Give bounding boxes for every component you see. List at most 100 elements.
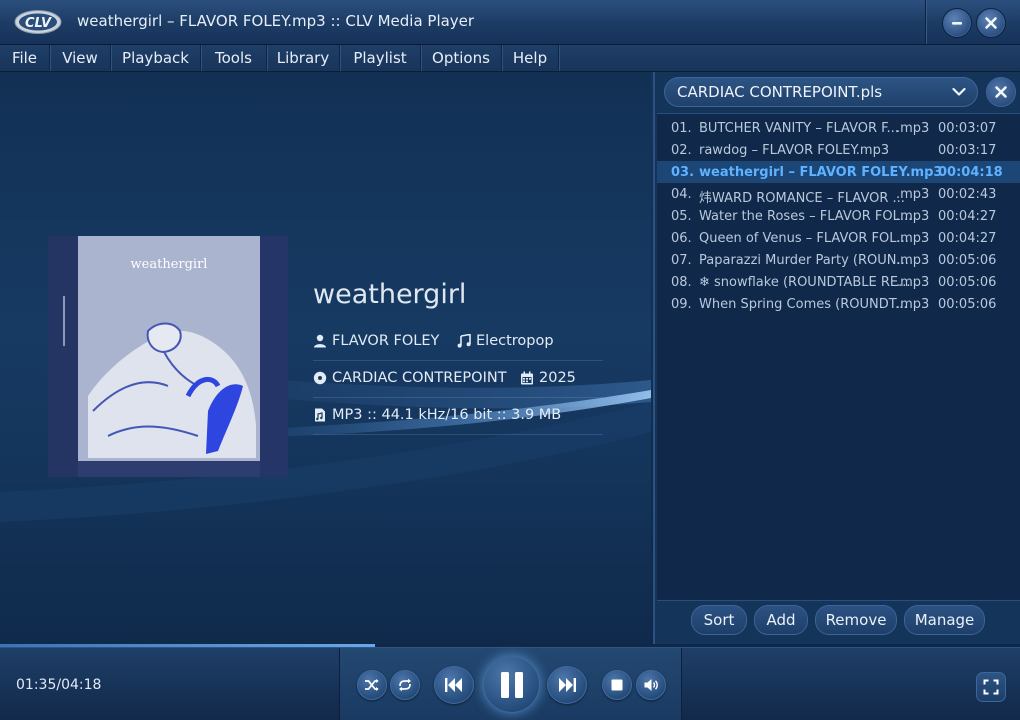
- playlist-dropdown[interactable]: CARDIAC CONTREPOINT.pls: [664, 77, 978, 107]
- clv-logo: CLV: [14, 10, 62, 34]
- minimize-icon: [952, 22, 962, 25]
- previous-button[interactable]: [434, 666, 474, 704]
- pause-icon: [501, 672, 523, 698]
- menu-options[interactable]: Options: [421, 45, 502, 71]
- playlist-item[interactable]: 04. 炜WARD ROMANCE – FLAVOR ... .mp3 00:0…: [657, 183, 1020, 206]
- pause-button[interactable]: [483, 656, 540, 713]
- repeat-button[interactable]: [390, 670, 420, 700]
- add-button[interactable]: Add: [754, 605, 808, 635]
- track-duration: 00:02:43: [938, 187, 997, 202]
- menu-file[interactable]: File: [0, 45, 50, 71]
- time-display: 01:35/04:18: [16, 677, 102, 693]
- menu-view[interactable]: View: [50, 45, 111, 71]
- skip-next-icon: [559, 678, 576, 692]
- menu-playlist[interactable]: Playlist: [340, 45, 421, 71]
- minimize-button[interactable]: [942, 8, 972, 38]
- track-extension: .mp3: [896, 187, 930, 202]
- volume-button[interactable]: [636, 670, 666, 700]
- disc-icon: [313, 371, 327, 385]
- artist-name: FLAVOR FOLEY: [332, 333, 440, 349]
- close-button[interactable]: [976, 8, 1006, 38]
- track-name: Water the Roses – FLAVOR FOL...: [699, 209, 913, 224]
- menu-tools[interactable]: Tools: [201, 45, 267, 71]
- calendar-icon: [521, 371, 533, 385]
- track-name: Queen of Venus – FLAVOR FOL...: [699, 231, 909, 246]
- track-duration: 00:05:06: [938, 253, 997, 268]
- close-icon: [995, 86, 1007, 98]
- manage-button[interactable]: Manage: [904, 605, 985, 635]
- info-row-format: MP3 :: 44.1 kHz/16 bit :: 3.9 MB: [313, 397, 603, 435]
- playlist-item[interactable]: 08. ❄ snowflake (ROUNDTABLE RE... .mp3 0…: [657, 271, 1020, 293]
- fullscreen-button[interactable]: [976, 672, 1006, 702]
- track-name: ❄ snowflake (ROUNDTABLE RE...: [699, 275, 911, 290]
- menu-library[interactable]: Library: [267, 45, 340, 71]
- next-button[interactable]: [547, 666, 587, 704]
- stop-icon: [611, 679, 623, 691]
- track-number: 06.: [671, 231, 692, 246]
- playlist-item[interactable]: 07. Paparazzi Murder Party (ROUN... .mp3…: [657, 249, 1020, 271]
- playlist-item[interactable]: 09. When Spring Comes (ROUNDT... .mp3 00…: [657, 293, 1020, 315]
- genre: Electropop: [476, 333, 554, 349]
- album-art: weathergirl: [48, 236, 288, 477]
- menu-help[interactable]: Help: [502, 45, 559, 71]
- track-name: 炜WARD ROMANCE – FLAVOR ...: [699, 191, 905, 206]
- remove-button[interactable]: Remove: [815, 605, 897, 635]
- playlist-item-active[interactable]: 03. weathergirl – FLAVOR FOLEY.mp3 00:04…: [657, 161, 1020, 183]
- track-extension: .mp3: [896, 253, 930, 268]
- svg-text:CLV: CLV: [25, 16, 52, 31]
- track-name: rawdog – FLAVOR FOLEY.mp3: [699, 143, 890, 158]
- volume-icon: [644, 679, 658, 691]
- playlist-item[interactable]: 06. Queen of Venus – FLAVOR FOL... .mp3 …: [657, 227, 1020, 249]
- fullscreen-icon: [983, 679, 999, 695]
- titlebar-divider: [925, 0, 926, 44]
- playlist-item[interactable]: 05. Water the Roses – FLAVOR FOL... .mp3…: [657, 205, 1020, 227]
- track-duration: 00:03:17: [938, 143, 997, 158]
- track-number: 04.: [671, 187, 692, 202]
- repeat-icon: [399, 678, 411, 692]
- track-extension: .mp3: [896, 231, 930, 246]
- skip-previous-icon: [445, 678, 462, 692]
- info-row-artist-genre: FLAVOR FOLEY Electropop: [313, 323, 603, 361]
- audio-file-icon: [315, 408, 325, 422]
- user-icon: [314, 334, 326, 348]
- track-extension: .mp3: [896, 275, 930, 290]
- track-name: When Spring Comes (ROUNDT...: [699, 297, 908, 312]
- chevron-down-icon: [952, 87, 966, 96]
- track-number: 02.: [671, 143, 692, 158]
- info-row-album-year: CARDIAC CONTREPOINT 2025: [313, 360, 603, 398]
- transport-controls: [339, 648, 682, 720]
- playlist-item[interactable]: 02. rawdog – FLAVOR FOLEY.mp3 00:03:17: [657, 139, 1020, 161]
- track-extension: .mp3: [896, 121, 930, 136]
- window-title: weathergirl – FLAVOR FOLEY.mp3 :: CLV Me…: [77, 12, 475, 30]
- menu-bar: File View Playback Tools Library Playlis…: [0, 45, 1020, 72]
- playlist-panel: CARDIAC CONTREPOINT.pls 01. BUTCHER VANI…: [653, 72, 1020, 644]
- track-number: 09.: [671, 297, 692, 312]
- track-number: 08.: [671, 275, 692, 290]
- track-number: 03.: [671, 165, 695, 180]
- year: 2025: [539, 370, 576, 386]
- close-playlist-button[interactable]: [986, 77, 1016, 107]
- album-name: CARDIAC CONTREPOINT: [332, 370, 507, 386]
- track-duration: 00:04:27: [938, 231, 997, 246]
- media-player-window: CLV weathergirl – FLAVOR FOLEY.mp3 :: CL…: [0, 0, 1020, 720]
- sort-button[interactable]: Sort: [691, 605, 747, 635]
- title-bar[interactable]: CLV weathergirl – FLAVOR FOLEY.mp3 :: CL…: [0, 0, 1020, 45]
- track-number: 01.: [671, 121, 692, 136]
- track-name: weathergirl – FLAVOR FOLEY.mp3: [699, 165, 943, 180]
- track-number: 07.: [671, 253, 692, 268]
- track-number: 05.: [671, 209, 692, 224]
- playback-controls-bar: 01:35/04:18: [0, 647, 1020, 720]
- track-name: Paparazzi Murder Party (ROUN...: [699, 253, 909, 268]
- shuffle-button[interactable]: [357, 670, 387, 700]
- stop-button[interactable]: [602, 670, 632, 700]
- track-duration: 00:05:06: [938, 275, 997, 290]
- track-title: weathergirl: [313, 279, 467, 310]
- playlist-item[interactable]: 01. BUTCHER VANITY – FLAVOR F... .mp3 00…: [657, 117, 1020, 139]
- menu-playback[interactable]: Playback: [111, 45, 201, 71]
- track-duration: 00:04:27: [938, 209, 997, 224]
- now-playing-panel: weathergirl weathergirl FLAVOR FOLEY Ele…: [0, 72, 651, 644]
- track-duration: 00:04:18: [938, 165, 1003, 180]
- shuffle-icon: [365, 679, 379, 691]
- track-duration: 00:03:07: [938, 121, 997, 136]
- svg-text:weathergirl: weathergirl: [131, 257, 208, 272]
